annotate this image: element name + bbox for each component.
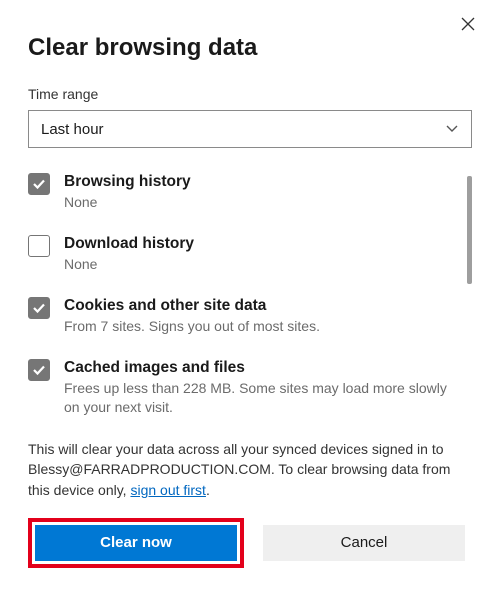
info-prefix: This will clear your data across all you…	[28, 441, 450, 498]
option-description: From 7 sites. Signs you out of most site…	[64, 317, 450, 336]
options-list: Browsing history None Download history N…	[28, 172, 472, 417]
option-label: Cookies and other site data	[64, 296, 450, 316]
check-icon	[32, 363, 46, 377]
scrollbar[interactable]	[467, 176, 472, 284]
option-label: Cached images and files	[64, 358, 450, 378]
option-browsing-history: Browsing history None	[28, 172, 450, 212]
sign-out-link[interactable]: sign out first	[130, 482, 205, 498]
close-button[interactable]	[454, 10, 482, 38]
option-download-history: Download history None	[28, 234, 450, 274]
chevron-down-icon	[445, 121, 459, 138]
option-description: None	[64, 193, 450, 212]
checkbox-download-history[interactable]	[28, 235, 50, 257]
option-cookies: Cookies and other site data From 7 sites…	[28, 296, 450, 336]
option-description: Frees up less than 228 MB. Some sites ma…	[64, 379, 450, 417]
checkbox-browsing-history[interactable]	[28, 173, 50, 195]
checkbox-cached[interactable]	[28, 359, 50, 381]
close-icon	[461, 17, 475, 31]
clear-now-highlight: Clear now	[28, 518, 244, 568]
dialog-title: Clear browsing data	[28, 34, 472, 62]
check-icon	[32, 177, 46, 191]
clear-now-button[interactable]: Clear now	[35, 525, 237, 561]
option-description: None	[64, 255, 450, 274]
info-suffix: .	[206, 482, 210, 498]
option-cached: Cached images and files Frees up less th…	[28, 358, 450, 417]
check-icon	[32, 301, 46, 315]
button-row: Clear now Cancel	[28, 518, 472, 568]
cancel-button[interactable]: Cancel	[263, 525, 465, 561]
checkbox-cookies[interactable]	[28, 297, 50, 319]
clear-browsing-data-dialog: Clear browsing data Time range Last hour…	[0, 0, 500, 604]
time-range-value: Last hour	[41, 121, 104, 138]
option-label: Browsing history	[64, 172, 450, 192]
option-label: Download history	[64, 234, 450, 254]
time-range-select[interactable]: Last hour	[28, 110, 472, 148]
time-range-label: Time range	[28, 86, 472, 102]
sync-info-text: This will clear your data across all you…	[28, 439, 472, 500]
